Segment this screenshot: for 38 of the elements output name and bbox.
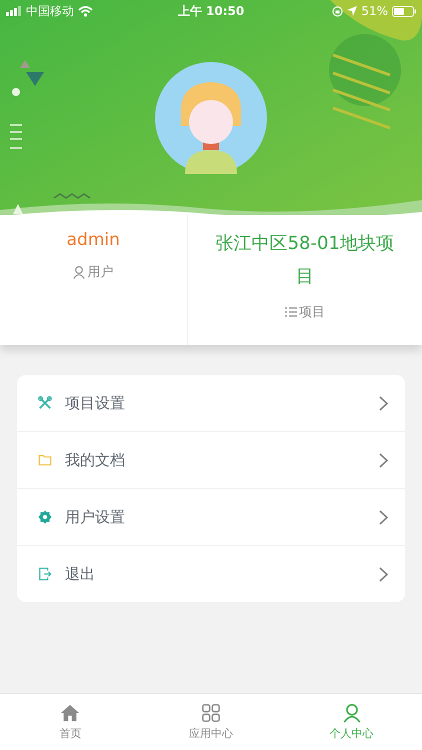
menu-item[interactable]: 我的文档 (17, 432, 405, 489)
triangle-decoration (26, 72, 44, 86)
gear-icon (38, 510, 52, 524)
location-icon (347, 6, 358, 16)
battery-icon (392, 6, 416, 16)
lock-rotation-icon (332, 6, 344, 16)
chevron-right-icon (379, 566, 388, 582)
menu-item[interactable]: 退出 (17, 546, 405, 602)
status-time: 上午 10:50 (178, 2, 244, 20)
project-label: 项目 (298, 304, 325, 321)
tab[interactable]: 个人中心 (281, 694, 422, 750)
wifi-icon (78, 6, 93, 16)
chevron-right-icon (379, 396, 388, 410)
folder-icon (38, 453, 52, 467)
grid-icon (201, 703, 221, 723)
project-name: 张江中区58-01地块项目 (214, 232, 395, 289)
menu-item[interactable]: 用户设置 (17, 489, 405, 546)
triangle-decoration (20, 60, 30, 68)
zigzag-decoration (54, 193, 90, 199)
person-icon (342, 703, 362, 723)
signal-icon (6, 6, 22, 16)
menu-item[interactable]: 项目设置 (17, 375, 405, 432)
tab[interactable]: 首页 (0, 694, 141, 750)
tab[interactable]: 应用中心 (140, 694, 282, 750)
lines-decoration (9, 124, 23, 149)
triangle-decoration (13, 204, 23, 214)
user-name: admin (66, 229, 120, 252)
user-label: 用户 (87, 264, 114, 281)
chevron-right-icon (379, 510, 388, 524)
person-icon (73, 266, 86, 278)
home-icon (60, 703, 80, 723)
dot-decoration (12, 88, 20, 96)
battery-percent: 51% (361, 4, 388, 18)
chevron-right-icon (379, 452, 388, 468)
list-icon (284, 307, 297, 317)
tools-icon (38, 396, 52, 410)
exit-icon (38, 567, 52, 581)
carrier-name: 中国移动 (26, 2, 74, 20)
